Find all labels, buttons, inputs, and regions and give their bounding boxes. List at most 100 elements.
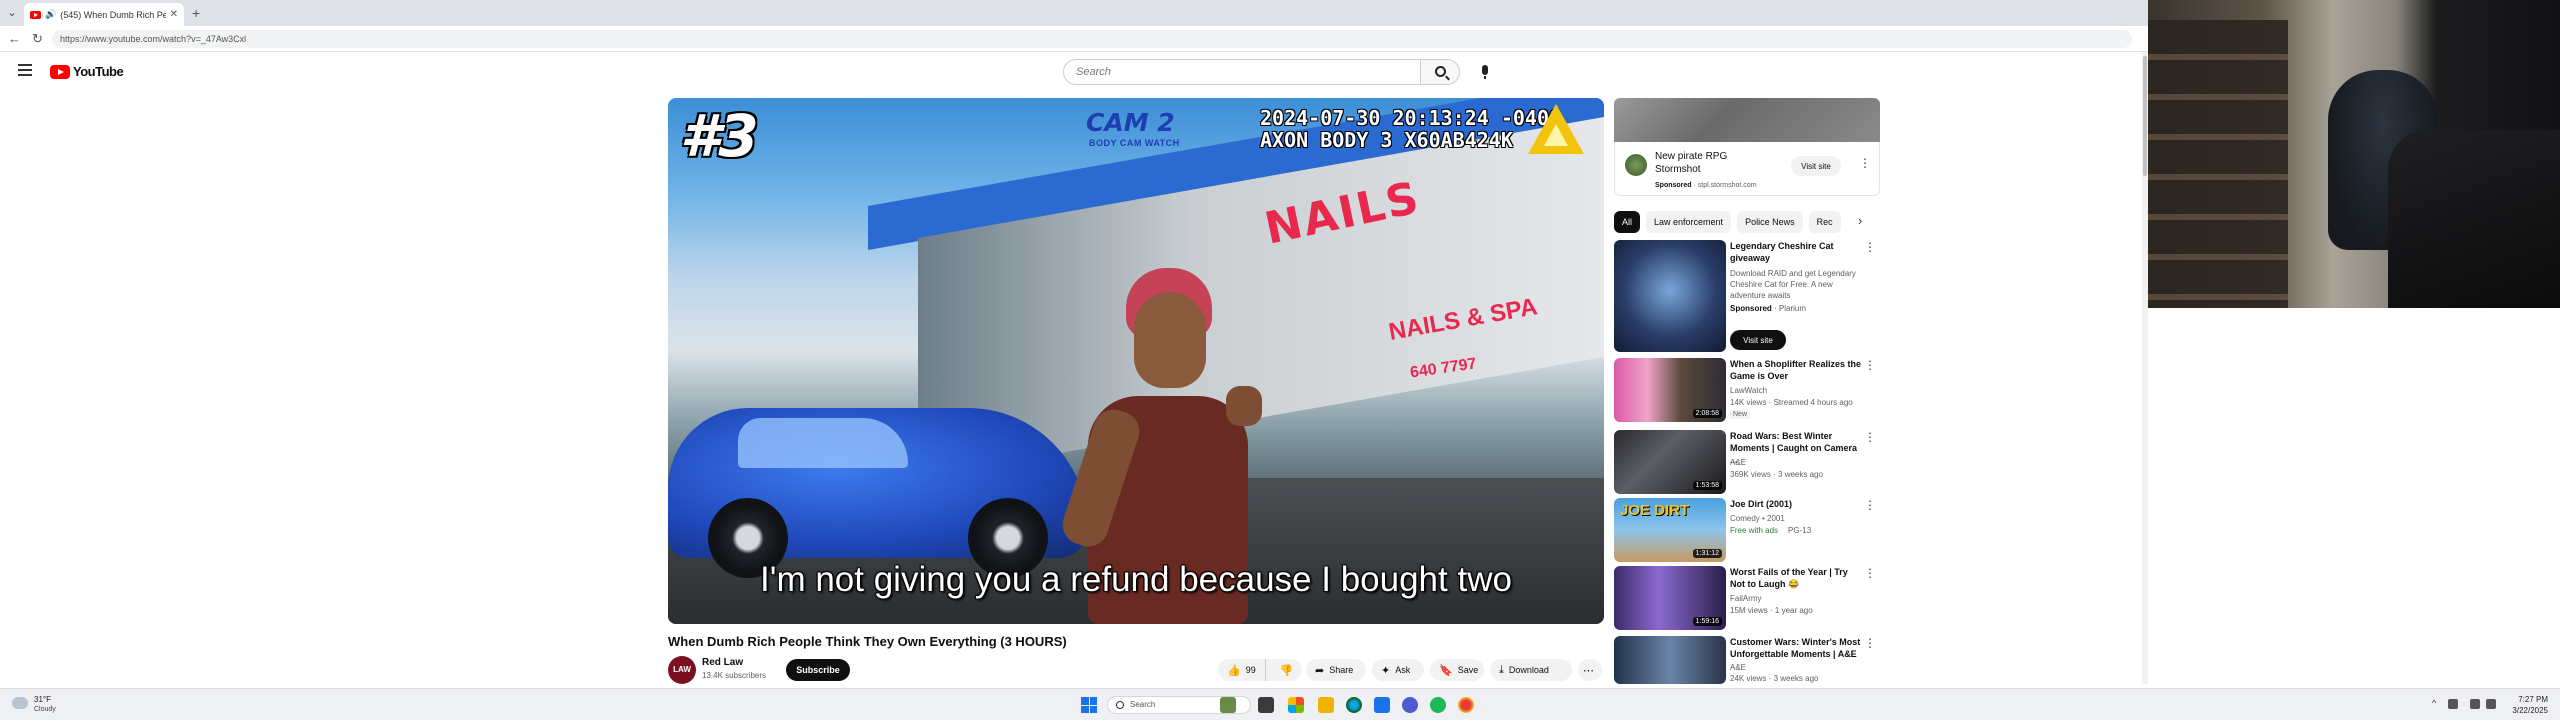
like-dislike-group: 👍 99 👎 [1218,659,1302,681]
search-input[interactable] [1063,59,1421,85]
video-scene-car-window [738,418,908,468]
recommendation-channel[interactable]: LawWatch [1730,386,1767,395]
chip-all[interactable]: All [1614,211,1641,233]
recommendation-title[interactable]: Joe Dirt (2001) [1730,498,1864,510]
recommendation-thumbnail[interactable] [1614,240,1726,352]
teams-icon[interactable] [1402,697,1418,713]
channel-avatar[interactable]: LAW [668,656,696,684]
tab-search-icon[interactable]: ⌄ [4,5,20,21]
hamburger-menu-icon[interactable] [18,64,32,76]
spotify-icon[interactable] [1430,697,1446,713]
chip-police-news[interactable]: Police News [1737,211,1803,233]
ad-sponsored-label: Sponsored [1655,182,1692,189]
refresh-icon[interactable]: ↻ [32,31,43,47]
recommendation-item[interactable]: 1:59:16 Worst Fails of the Year | Try No… [1614,566,1880,630]
more-vertical-icon[interactable]: ⋮ [1864,358,1876,372]
recommendation-title[interactable]: When a Shoplifter Realizes the Game is O… [1730,358,1864,382]
chip-recent[interactable]: Rec [1808,211,1841,233]
share-icon: ➦ [1315,664,1325,677]
recommendation-channel: Sponsored · Plarium [1730,304,1807,313]
thumbnail-text: JOE DIRT [1620,502,1690,519]
scrollbar-thumb[interactable] [2143,56,2147,176]
thumbs-down-icon: 👎 [1279,664,1294,677]
filter-chips: All Law enforcement Police News Rec [1614,211,1880,233]
recommendation-title[interactable]: Legendary Cheshire Cat giveaway [1730,240,1864,264]
weather-temperature[interactable]: 31°F [34,695,51,704]
cloud-icon[interactable] [12,697,28,709]
ad-banner-image[interactable] [1614,98,1880,142]
ask-button[interactable]: ✦ Ask [1372,659,1424,681]
url-bar[interactable]: https://www.youtube.com/watch?v=_47Aw3Cx… [52,30,2132,48]
recommendation-channel[interactable]: A&E [1730,458,1746,467]
wifi-icon[interactable] [2470,699,2480,709]
recommendation-thumbnail[interactable] [1614,636,1726,684]
ad-visit-site-button[interactable]: Visit site [1791,156,1841,176]
task-view-icon[interactable] [1258,697,1274,713]
recommendation-title[interactable]: Customer Wars: Winter's Most Unforgettab… [1730,636,1864,660]
more-vertical-icon[interactable]: ⋮ [1859,156,1871,170]
download-button[interactable]: ⤓ Download [1490,659,1572,681]
store-icon[interactable] [1374,697,1390,713]
video-player[interactable]: NAILS NAILS & SPA 640 7797 #3 CAM 2 BODY… [668,98,1604,624]
chevron-right-icon[interactable]: › [1858,213,1862,228]
download-icon: ⤓ [1499,663,1504,676]
recommendation-thumbnail[interactable]: 2:08:58 [1614,358,1726,422]
subscribe-button[interactable]: Subscribe [786,659,850,681]
recommendation-item[interactable]: 2:08:58 When a Shoplifter Realizes the G… [1614,358,1880,422]
youtube-logo[interactable]: YouTube [50,64,124,79]
recommendation-item[interactable]: 1:53:58 Road Wars: Best Winter Moments |… [1614,430,1880,494]
more-vertical-icon[interactable]: ⋮ [1864,498,1876,512]
edge-browser-icon[interactable] [1346,697,1362,713]
save-label: Save [1457,665,1479,675]
recommendation-item[interactable]: Customer Wars: Winter's Most Unforgettab… [1614,636,1880,684]
taskbar: 31°F Cloudy Search ^ 7:27 PM 3/22/2025 [0,688,2560,720]
save-button[interactable]: 🔖 Save [1430,659,1484,681]
volume-icon[interactable] [2486,699,2496,709]
recommendation-thumbnail[interactable]: JOE DIRT 1:31:12 [1614,498,1726,562]
recommendation-title[interactable]: Worst Fails of the Year | Try Not to Lau… [1730,566,1864,590]
clock-date[interactable]: 3/22/2025 [2508,706,2548,715]
voice-search-button[interactable] [1472,59,1498,85]
channel-subscriber-count: 13.4K subscribers [702,671,767,680]
chevron-up-icon[interactable]: ^ [2432,698,2436,708]
clock-time[interactable]: 7:27 PM [2512,695,2548,704]
ad-meta: Sponsored · stpl.stormshot.com [1655,182,1757,189]
share-button[interactable]: ➦ Share [1306,659,1366,681]
video-caption: I'm not giving you a refund because I bo… [760,560,1512,599]
browser-tab[interactable]: 🔊 (545) When Dumb Rich People ✕ [24,3,184,26]
more-vertical-icon[interactable]: ⋮ [1864,636,1876,650]
more-actions-button[interactable]: ⋯ [1578,659,1602,681]
recommendation-thumbnail[interactable]: 1:53:58 [1614,430,1726,494]
more-vertical-icon[interactable]: ⋮ [1864,430,1876,444]
thumbs-up-icon: 👍 [1227,664,1241,677]
close-tab-icon[interactable]: ✕ [170,9,178,20]
recommendation-item[interactable]: JOE DIRT 1:31:12 Joe Dirt (2001) Comedy … [1614,498,1880,562]
recommendation-channel[interactable]: FailArmy [1730,594,1762,603]
channel-name[interactable]: Red Law [702,657,743,668]
more-vertical-icon[interactable]: ⋮ [1864,566,1876,580]
rating-label: PG-13 [1788,526,1812,535]
recommendation-ad[interactable]: Legendary Cheshire Cat giveaway Download… [1614,240,1880,352]
ad-card[interactable]: New pirate RPG Stormshot Sponsored · stp… [1614,142,1880,196]
webcam-couch [2388,130,2560,308]
dislike-button[interactable]: 👎 [1271,664,1303,677]
ad-title[interactable]: New pirate RPG Stormshot [1655,150,1751,176]
visit-site-button[interactable]: Visit site [1730,330,1786,350]
file-explorer-icon[interactable] [1318,697,1334,713]
chrome-icon[interactable] [1458,697,1474,713]
start-button[interactable] [1081,697,1097,713]
recommendation-thumbnail[interactable]: 1:59:16 [1614,566,1726,630]
bluetooth-icon[interactable] [2448,699,2458,709]
recommendation-channel[interactable]: A&E [1730,663,1746,672]
recommendation-title[interactable]: Road Wars: Best Winter Moments | Caught … [1730,430,1864,466]
more-vertical-icon[interactable]: ⋮ [1864,240,1876,254]
video-overlay-device-id: AXON BODY 3 X60AB424K [1260,128,1513,152]
copilot-icon[interactable] [1288,697,1304,713]
speaker-icon[interactable]: 🔊 [45,9,56,20]
search-button[interactable] [1420,59,1460,85]
new-tab-icon[interactable]: + [192,5,200,21]
chip-law-enforcement[interactable]: Law enforcement [1646,211,1732,233]
like-button[interactable]: 👍 99 [1218,659,1266,681]
ad-domain: stpl.stormshot.com [1697,182,1757,189]
back-arrow-icon[interactable]: ← [8,31,21,47]
